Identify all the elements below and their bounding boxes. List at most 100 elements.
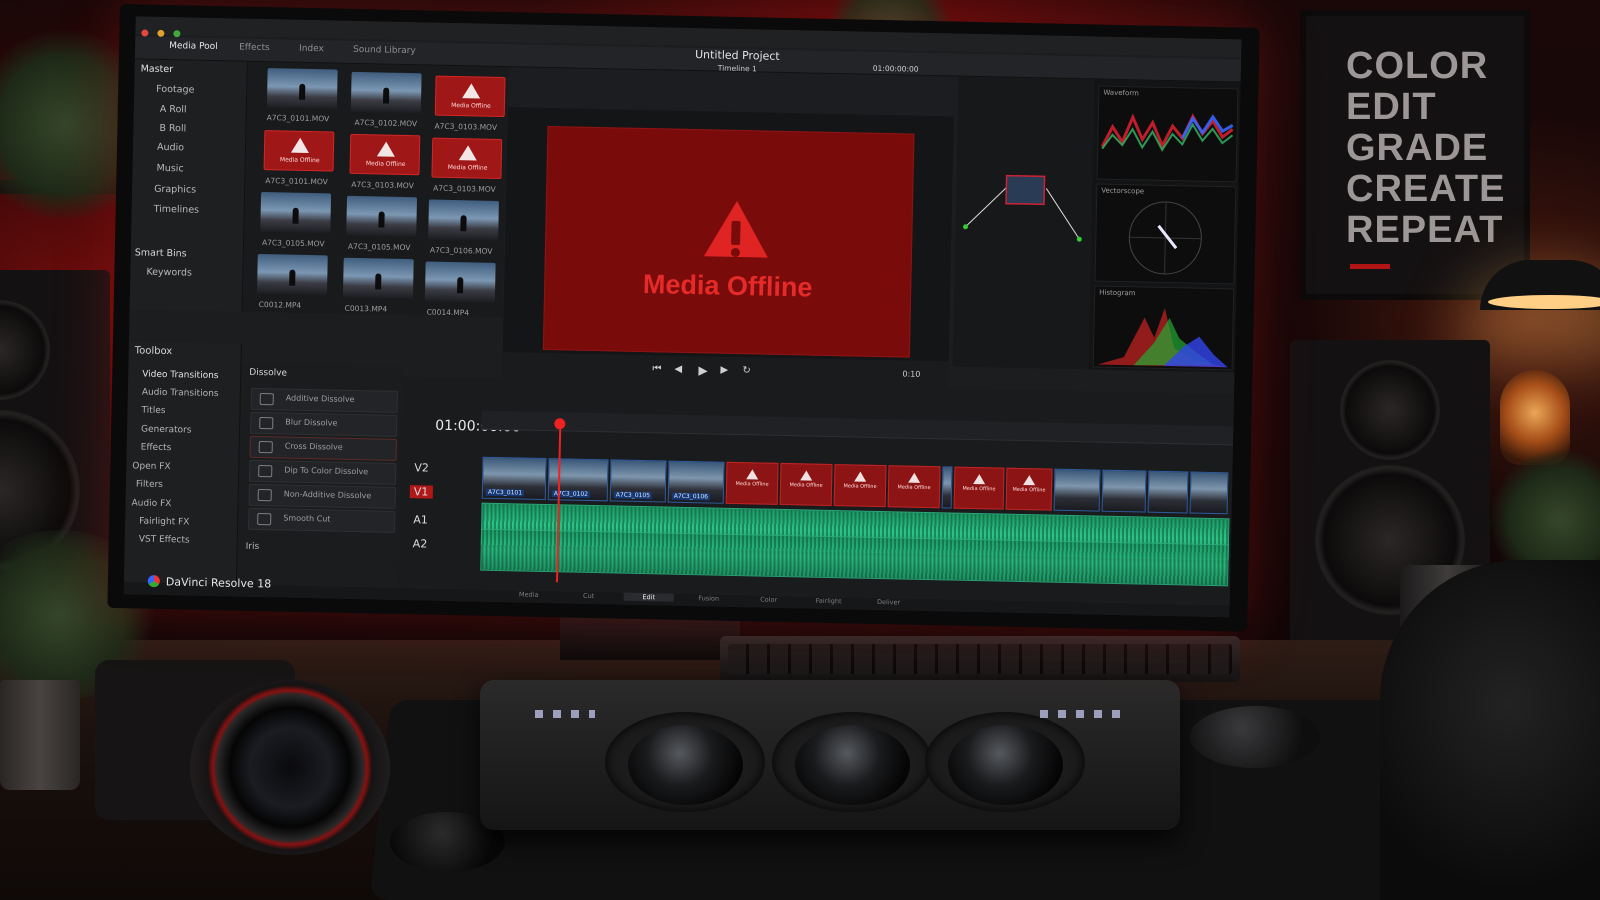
- effect-item[interactable]: Smooth Cut: [248, 507, 396, 533]
- panel-buttons-left[interactable]: [535, 710, 595, 718]
- track-label-a2[interactable]: A2: [413, 537, 428, 550]
- toolbox-item-titles[interactable]: Titles: [141, 406, 165, 417]
- page-fusion[interactable]: Fusion: [684, 594, 734, 603]
- video-clip-offline[interactable]: Media Offline: [887, 465, 941, 509]
- effects-category-iris: Iris: [245, 541, 260, 553]
- effect-item[interactable]: Blur Dissolve: [250, 411, 398, 437]
- timeline-ruler[interactable]: [481, 410, 1234, 446]
- toolbox-item-audio-fx[interactable]: Audio FX: [131, 498, 171, 509]
- page-edit[interactable]: Edit: [623, 592, 674, 602]
- panel-buttons-right[interactable]: [1040, 710, 1120, 718]
- media-thumb[interactable]: [342, 257, 414, 300]
- poster-text: COLOR EDIT GRADE CREATE REPEAT: [1346, 45, 1506, 251]
- bin-item-b-roll[interactable]: B Roll: [159, 123, 186, 135]
- video-clip[interactable]: [1053, 468, 1101, 512]
- video-clip[interactable]: A7C3_0106: [667, 460, 725, 504]
- step-back-icon[interactable]: ◀: [674, 364, 682, 375]
- track-label-a1[interactable]: A1: [413, 513, 428, 526]
- resolve-logo-icon: [147, 575, 160, 588]
- media-thumb[interactable]: [266, 68, 338, 110]
- media-thumb-offline[interactable]: Media Offline: [434, 75, 506, 118]
- media-thumb[interactable]: [260, 191, 332, 234]
- toolbox-item-open-fx[interactable]: Open FX: [132, 461, 170, 472]
- toolbox-item-vst-effects[interactable]: VST Effects: [139, 535, 190, 546]
- media-thumb-offline[interactable]: Media Offline: [349, 133, 421, 176]
- video-clip-offline[interactable]: Media Offline: [725, 461, 779, 505]
- video-clip[interactable]: [941, 466, 953, 509]
- video-clip-offline[interactable]: Media Offline: [779, 462, 833, 507]
- loop-icon[interactable]: ↻: [742, 365, 751, 376]
- media-thumb-offline[interactable]: Media Offline: [431, 137, 503, 180]
- toolbox-item-generators[interactable]: Generators: [141, 425, 192, 436]
- viewer-frame[interactable]: Media Offline: [542, 125, 915, 358]
- media-thumb-label: A7C3_0105.MOV: [347, 241, 411, 253]
- viewer-header: [507, 67, 955, 117]
- page-deliver[interactable]: Deliver: [864, 598, 914, 607]
- trackball-left[interactable]: [628, 725, 743, 805]
- bin-item-keywords[interactable]: Keywords: [146, 267, 192, 279]
- media-thumb-label: A7C3_0103.MOV: [351, 179, 414, 191]
- bin-item-footage[interactable]: Footage: [156, 84, 194, 96]
- keyboard: [720, 636, 1240, 682]
- project-title: Untitled Project: [694, 48, 780, 63]
- trackball-right[interactable]: [948, 725, 1063, 805]
- tab-index[interactable]: Index: [299, 44, 324, 55]
- track-label-v2[interactable]: V2: [414, 461, 429, 474]
- toolbox-item-video-transitions[interactable]: Video Transitions: [142, 370, 218, 382]
- chair: [1380, 560, 1600, 900]
- effect-item-selected[interactable]: Cross Dissolve: [249, 435, 397, 461]
- timeline-panel: 01:00:00:00 V2 V1 A1 A2 A7C3_0101 A7C3_0…: [397, 376, 1235, 605]
- media-thumb-label: C0014.MP4: [426, 307, 470, 318]
- page-cut[interactable]: Cut: [564, 591, 614, 600]
- step-forward-icon[interactable]: ▶: [720, 365, 728, 376]
- video-clip-offline[interactable]: Media Offline: [1005, 467, 1053, 511]
- effect-item[interactable]: Non-Additive Dissolve: [248, 483, 396, 509]
- media-thumb-label: A7C3_0105.MOV: [261, 238, 325, 249]
- toolbox-item-audio-transitions[interactable]: Audio Transitions: [142, 388, 219, 400]
- video-clip[interactable]: [1147, 470, 1189, 514]
- effects-category-dissolve: Dissolve: [249, 367, 288, 379]
- viewer-panel: Media Offline: [502, 67, 955, 367]
- skip-back-icon[interactable]: ⏮: [652, 363, 661, 374]
- plant-pot: [0, 680, 80, 790]
- toolbox-item-fairlight-fx[interactable]: Fairlight FX: [139, 517, 189, 528]
- effect-item[interactable]: Additive Dissolve: [250, 387, 398, 413]
- video-clip-offline[interactable]: Media Offline: [833, 464, 887, 508]
- camera-lens: [190, 680, 390, 855]
- page-media[interactable]: Media: [504, 590, 554, 599]
- scopes-panel: Waveform Vectorscope Histogram: [1088, 79, 1241, 373]
- media-thumb[interactable]: [346, 195, 418, 238]
- video-clip[interactable]: A7C3_0105: [609, 459, 667, 503]
- resolve-window: Media Pool Effects Index Sound Library U…: [123, 16, 1242, 618]
- bin-item-a-roll[interactable]: A Roll: [160, 104, 187, 116]
- toolbox-item-effects[interactable]: Effects: [141, 443, 172, 454]
- trackball-center[interactable]: [795, 725, 910, 805]
- tab-effects[interactable]: Effects: [239, 43, 270, 54]
- video-clip[interactable]: [1101, 469, 1147, 513]
- video-clip-offline[interactable]: Media Offline: [953, 466, 1005, 510]
- page-fairlight[interactable]: Fairlight: [804, 596, 854, 606]
- bin-item-audio[interactable]: Audio: [157, 142, 184, 154]
- bin-item-music[interactable]: Music: [156, 163, 183, 175]
- page-color[interactable]: Color: [744, 595, 794, 604]
- media-thumb-label: A7C3_0106.MOV: [429, 245, 493, 256]
- media-thumb[interactable]: [350, 71, 422, 114]
- media-thumb[interactable]: [256, 253, 328, 296]
- bin-item-timelines[interactable]: Timelines: [154, 204, 200, 216]
- bin-item-graphics[interactable]: Graphics: [154, 184, 196, 196]
- video-clip[interactable]: [1189, 471, 1229, 515]
- mouse[interactable]: [1190, 706, 1320, 768]
- media-thumb-label: A7C3_0103.MOV: [433, 183, 496, 194]
- media-thumb[interactable]: [424, 261, 496, 303]
- tab-media-pool[interactable]: Media Pool: [169, 41, 218, 52]
- play-icon[interactable]: ▶: [698, 363, 708, 377]
- track-label-v1[interactable]: V1: [409, 485, 433, 499]
- bin-master[interactable]: Master: [141, 63, 174, 75]
- video-clip[interactable]: A7C3_0101: [481, 456, 547, 501]
- app-name: DaVinci Resolve 18: [165, 575, 272, 591]
- toolbox-item-filters[interactable]: Filters: [136, 479, 163, 490]
- tab-sound-library[interactable]: Sound Library: [353, 45, 416, 56]
- media-thumb-offline[interactable]: Media Offline: [263, 130, 335, 172]
- media-thumb[interactable]: [428, 199, 499, 241]
- effect-item[interactable]: Dip To Color Dissolve: [249, 459, 397, 485]
